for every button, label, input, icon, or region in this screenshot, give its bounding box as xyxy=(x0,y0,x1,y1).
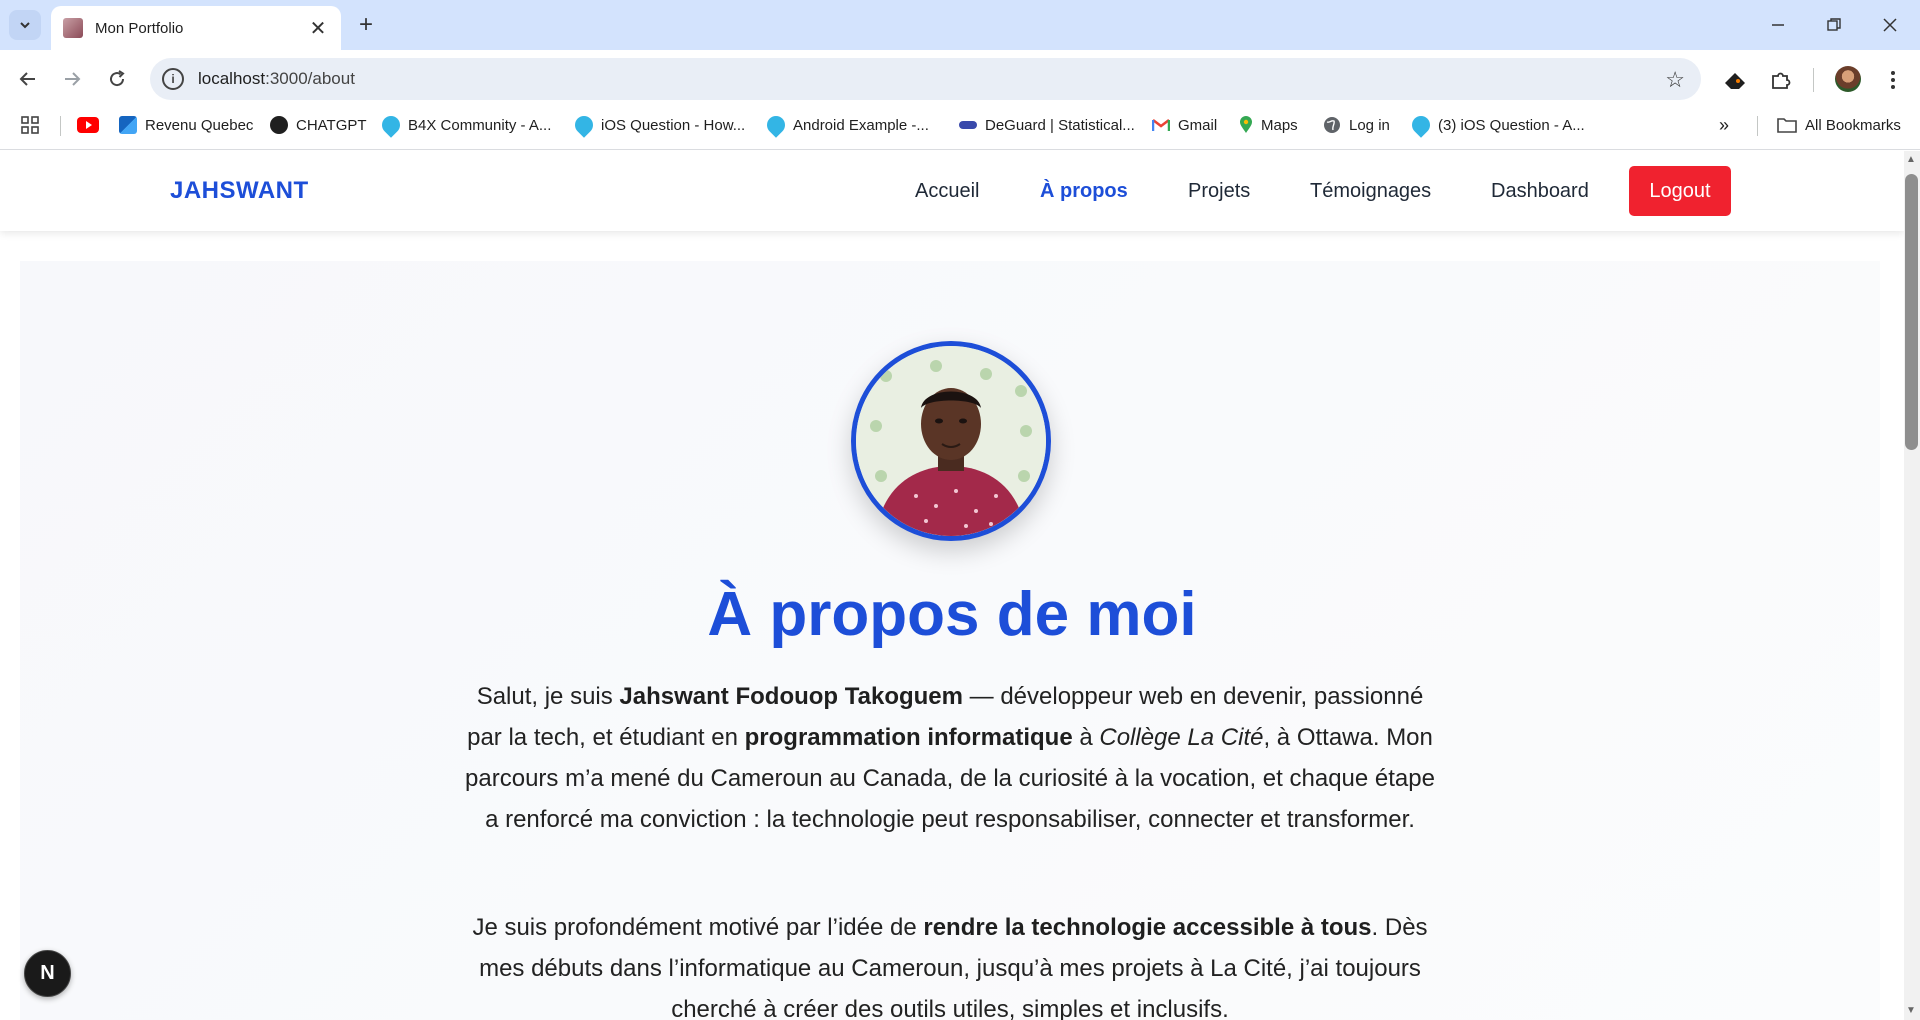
bookmark-label: Maps xyxy=(1261,116,1298,134)
logout-button[interactable]: Logout xyxy=(1629,166,1731,216)
tab-title: Mon Portfolio xyxy=(95,19,184,37)
b4x-icon xyxy=(763,112,789,138)
bookmark-log-in[interactable]: Log in xyxy=(1323,112,1390,138)
bookmark-revenu-quebec[interactable]: Revenu Quebec xyxy=(119,112,253,138)
address-bar[interactable]: i localhost:3000/about ☆ xyxy=(150,58,1701,100)
browser-tab[interactable]: Mon Portfolio ✕ xyxy=(51,6,341,50)
folder-icon xyxy=(1777,118,1797,133)
bookmark-label: Log in xyxy=(1349,116,1390,134)
bookmark-label: CHATGPT xyxy=(296,116,367,134)
scroll-down-arrow-icon[interactable]: ▼ xyxy=(1906,1005,1916,1016)
tab-search-button[interactable] xyxy=(9,10,41,40)
apps-grid-icon[interactable] xyxy=(21,112,39,138)
nav-accueil[interactable]: Accueil xyxy=(915,180,979,203)
about-paragraph-2: Je suis profondément motivé par l’idée d… xyxy=(462,907,1438,1020)
scrollbar-thumb[interactable] xyxy=(1905,174,1918,450)
minimize-icon[interactable] xyxy=(1758,8,1798,42)
deguard-icon xyxy=(959,121,977,129)
site-navbar: JAHSWANT Accueil À propos Projets Témoig… xyxy=(0,151,1904,231)
bookmark-label: (3) iOS Question - A... xyxy=(1438,116,1585,134)
bookmark-star-icon[interactable]: ☆ xyxy=(1665,67,1685,93)
bookmark-android-example[interactable]: Android Example -... xyxy=(763,112,929,138)
para2-text-1: Je suis profondément motivé par l’idée d… xyxy=(472,914,924,941)
reload-icon[interactable] xyxy=(102,64,132,94)
para1-name: Jahswant Fodouop Takoguem xyxy=(619,683,963,710)
extension-icon[interactable] xyxy=(1721,66,1749,94)
url-path: :3000/about xyxy=(265,69,355,88)
bookmarks-divider xyxy=(60,116,61,136)
youtube-icon[interactable] xyxy=(77,112,99,138)
bookmark-deguard[interactable]: DeGuard | Statistical... xyxy=(959,112,1135,138)
chatgpt-icon xyxy=(270,116,288,134)
bookmark-label: Android Example -... xyxy=(793,116,929,134)
url-text: localhost:3000/about xyxy=(198,69,355,89)
para2-accessible: rendre la technologie accessible à tous xyxy=(923,914,1372,941)
revenu-quebec-icon xyxy=(119,116,137,134)
url-host: localhost xyxy=(198,69,266,88)
nav-dashboard[interactable]: Dashboard xyxy=(1491,180,1589,203)
bookmark-label: iOS Question - How... xyxy=(601,116,746,134)
site-brand[interactable]: JAHSWANT xyxy=(170,177,309,205)
tab-favicon-icon xyxy=(63,18,83,38)
page-viewport: JAHSWANT Accueil À propos Projets Témoig… xyxy=(0,151,1904,1020)
nav-a-propos[interactable]: À propos xyxy=(1040,180,1128,203)
bookmark-label: Revenu Quebec xyxy=(145,116,254,134)
bookmark-label: B4X Community - A... xyxy=(408,116,552,134)
about-paragraph-1: Salut, je suis Jahswant Fodouop Takoguem… xyxy=(462,676,1438,840)
b4x-icon xyxy=(1408,112,1434,138)
bookmark-gmail[interactable]: Gmail xyxy=(1152,112,1217,138)
close-tab-icon[interactable]: ✕ xyxy=(307,16,329,41)
b4x-icon xyxy=(571,112,597,138)
restore-icon[interactable] xyxy=(1814,8,1854,42)
bookmark-maps[interactable]: Maps xyxy=(1239,112,1298,138)
profile-photo xyxy=(851,341,1051,541)
profile-photo-image xyxy=(856,346,1046,536)
para1-college: Collège La Cité xyxy=(1099,724,1264,751)
back-icon[interactable] xyxy=(13,64,43,94)
new-tab-button[interactable]: + xyxy=(352,12,380,38)
toolbar-divider xyxy=(1813,68,1814,92)
browser-menu-icon[interactable] xyxy=(1879,66,1907,94)
bookmark-label: DeGuard | Statistical... xyxy=(985,116,1135,134)
bookmark-ios-question-3[interactable]: (3) iOS Question - A... xyxy=(1408,112,1585,138)
all-bookmarks[interactable]: All Bookmarks xyxy=(1777,112,1901,138)
bookmarks-divider xyxy=(1757,116,1758,136)
bookmark-b4x-community[interactable]: B4X Community - A... xyxy=(378,112,552,138)
extensions-puzzle-icon[interactable] xyxy=(1767,66,1795,94)
para1-text-1: Salut, je suis xyxy=(476,683,620,710)
para1-text-3: à xyxy=(1072,724,1100,751)
about-heading: À propos de moi xyxy=(707,580,1197,649)
maps-icon xyxy=(1240,116,1252,133)
bookmark-chatgpt[interactable]: CHATGPT xyxy=(270,112,367,138)
bookmark-label: Gmail xyxy=(1178,116,1218,134)
close-window-icon[interactable] xyxy=(1870,8,1910,42)
b4x-icon xyxy=(378,112,404,138)
scroll-up-arrow-icon[interactable]: ▲ xyxy=(1906,154,1916,165)
para1-program: programmation informatique xyxy=(744,724,1073,751)
forward-icon[interactable] xyxy=(57,64,87,94)
bookmark-ios-question[interactable]: iOS Question - How... xyxy=(571,112,746,138)
site-info-icon[interactable]: i xyxy=(162,68,184,90)
nav-projets[interactable]: Projets xyxy=(1188,180,1250,203)
globe-icon xyxy=(1324,117,1340,133)
more-bookmarks-icon[interactable]: » xyxy=(1719,112,1729,138)
all-bookmarks-label: All Bookmarks xyxy=(1805,116,1901,134)
chevron-down-icon xyxy=(20,22,30,29)
nav-temoignages[interactable]: Témoignages xyxy=(1310,180,1431,203)
gmail-icon xyxy=(1152,119,1170,131)
nextjs-dev-badge[interactable]: N xyxy=(24,950,71,997)
profile-avatar[interactable] xyxy=(1835,66,1861,92)
